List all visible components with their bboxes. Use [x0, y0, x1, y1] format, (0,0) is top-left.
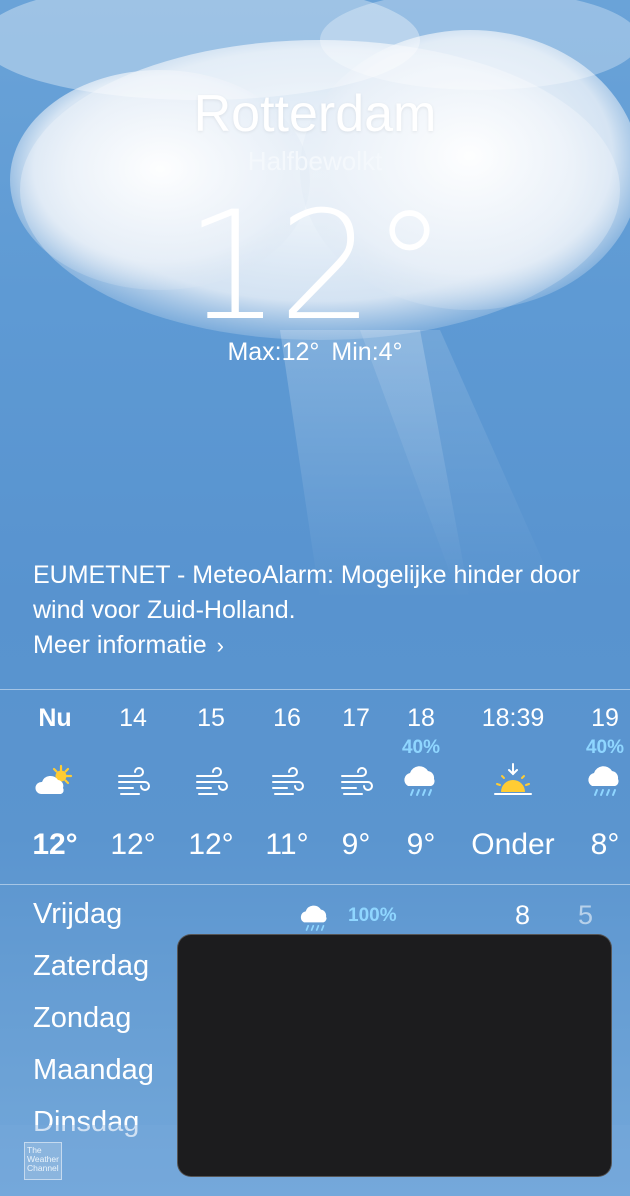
more-info-link[interactable]: Meer informatie ›	[33, 628, 224, 663]
more-info-label: Meer informatie	[33, 631, 207, 659]
precip-chance: 100%	[348, 905, 397, 926]
day-name: Maandag	[33, 1054, 154, 1086]
alert-text: EUMETNET - MeteoAlarm: Mogelijke hinder …	[33, 561, 580, 624]
city-name: Rotterdam	[193, 85, 437, 143]
hour-temperature: 8°	[590, 828, 620, 861]
hourly-forecast[interactable]: Nu 12° 14 12° 15 12° 16 11° 17 9° 18 40%…	[0, 690, 630, 885]
hour-temperature: 12°	[32, 828, 78, 861]
precip-chance: 40%	[585, 737, 625, 758]
chevron-right-icon: ›	[216, 633, 224, 658]
sunset-icon	[494, 763, 532, 795]
max-temperature: Max:12°	[227, 338, 320, 366]
hour-label: 18	[407, 704, 435, 732]
hour-label: Nu	[38, 704, 72, 732]
current-temperature: 12°	[185, 180, 447, 354]
wind-icon	[272, 767, 304, 795]
hour-label: 19	[591, 704, 619, 732]
hour-label: 18:39	[481, 704, 545, 732]
hour-label: 14	[119, 704, 147, 732]
rain-cloud-icon	[404, 766, 435, 796]
min-temperature: Min:4°	[331, 338, 403, 366]
hour-temperature: 12°	[110, 828, 156, 861]
partly-sunny-icon	[35, 764, 73, 794]
day-name: Zaterdag	[33, 950, 150, 982]
day-min-temperature: 5	[578, 900, 594, 930]
weather-alert[interactable]: EUMETNET - MeteoAlarm: Mogelijke hinder …	[33, 558, 603, 663]
wind-icon	[118, 767, 150, 795]
weather-channel-logo[interactable]: The Weather Channel	[24, 1142, 62, 1180]
precip-chance: 40%	[401, 737, 441, 758]
day-name: Vrijdag	[33, 898, 123, 930]
day-name: Zondag	[33, 1002, 132, 1034]
divider	[0, 884, 630, 885]
hour-temperature: Onder	[471, 828, 555, 861]
day-max-temperature: 8	[515, 900, 531, 930]
wind-icon	[196, 767, 228, 795]
rain-cloud-icon	[588, 766, 619, 796]
current-temperature-wrap: 12°	[0, 182, 630, 352]
max-min-temperature: Max:12° Min:4°	[0, 338, 630, 367]
logo-text: Channel	[27, 1163, 59, 1173]
hour-temperature: 9°	[406, 828, 436, 861]
rain-cloud-icon	[300, 905, 327, 931]
wind-icon	[341, 767, 373, 795]
weather-condition: Halfbewolkt	[247, 146, 383, 176]
redacted-overlay-panel	[177, 934, 612, 1177]
day-row: Vrijdag 100% 8 5	[0, 886, 630, 938]
